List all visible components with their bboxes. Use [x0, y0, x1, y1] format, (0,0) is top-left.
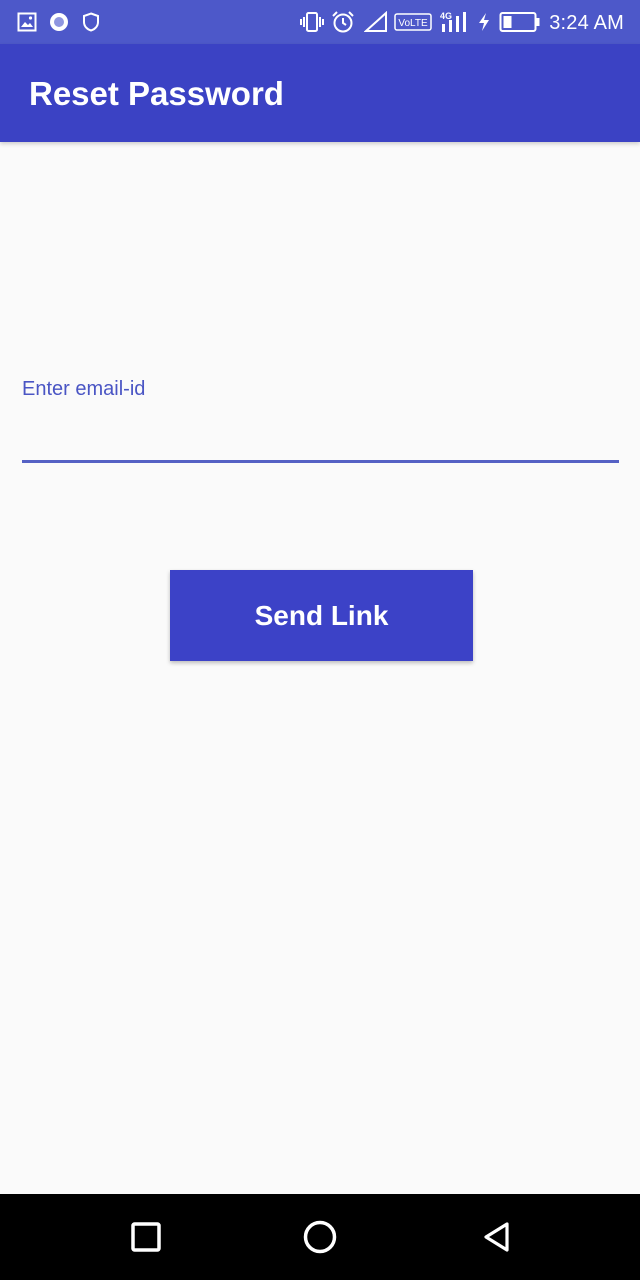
charging-icon [476, 10, 492, 34]
navigation-bar [0, 1194, 640, 1280]
battery-icon [499, 10, 541, 34]
recents-icon[interactable] [123, 1214, 169, 1260]
app-bar: Reset Password [0, 44, 640, 142]
status-time: 3:24 AM [549, 12, 624, 34]
vibrate-icon [300, 10, 324, 34]
send-link-button[interactable]: Send Link [170, 570, 473, 661]
page-title: Reset Password [29, 75, 284, 112]
signal-icon [363, 10, 389, 34]
volte-icon: VoLTE [394, 10, 432, 34]
record-icon [48, 10, 70, 34]
home-icon[interactable] [297, 1214, 343, 1260]
back-icon[interactable] [474, 1214, 520, 1260]
email-field-underline [22, 460, 619, 463]
svg-text:VoLTE: VoLTE [398, 18, 428, 29]
email-field[interactable] [22, 410, 619, 460]
image-icon [16, 10, 38, 34]
alarm-icon [331, 10, 355, 34]
email-label: Enter email-id [22, 378, 146, 400]
network-4g-icon: 4G [439, 10, 469, 34]
svg-text:4G: 4G [440, 11, 452, 21]
status-bar: VoLTE 4G 3:24 AM [0, 0, 640, 44]
shield-icon [80, 10, 102, 34]
